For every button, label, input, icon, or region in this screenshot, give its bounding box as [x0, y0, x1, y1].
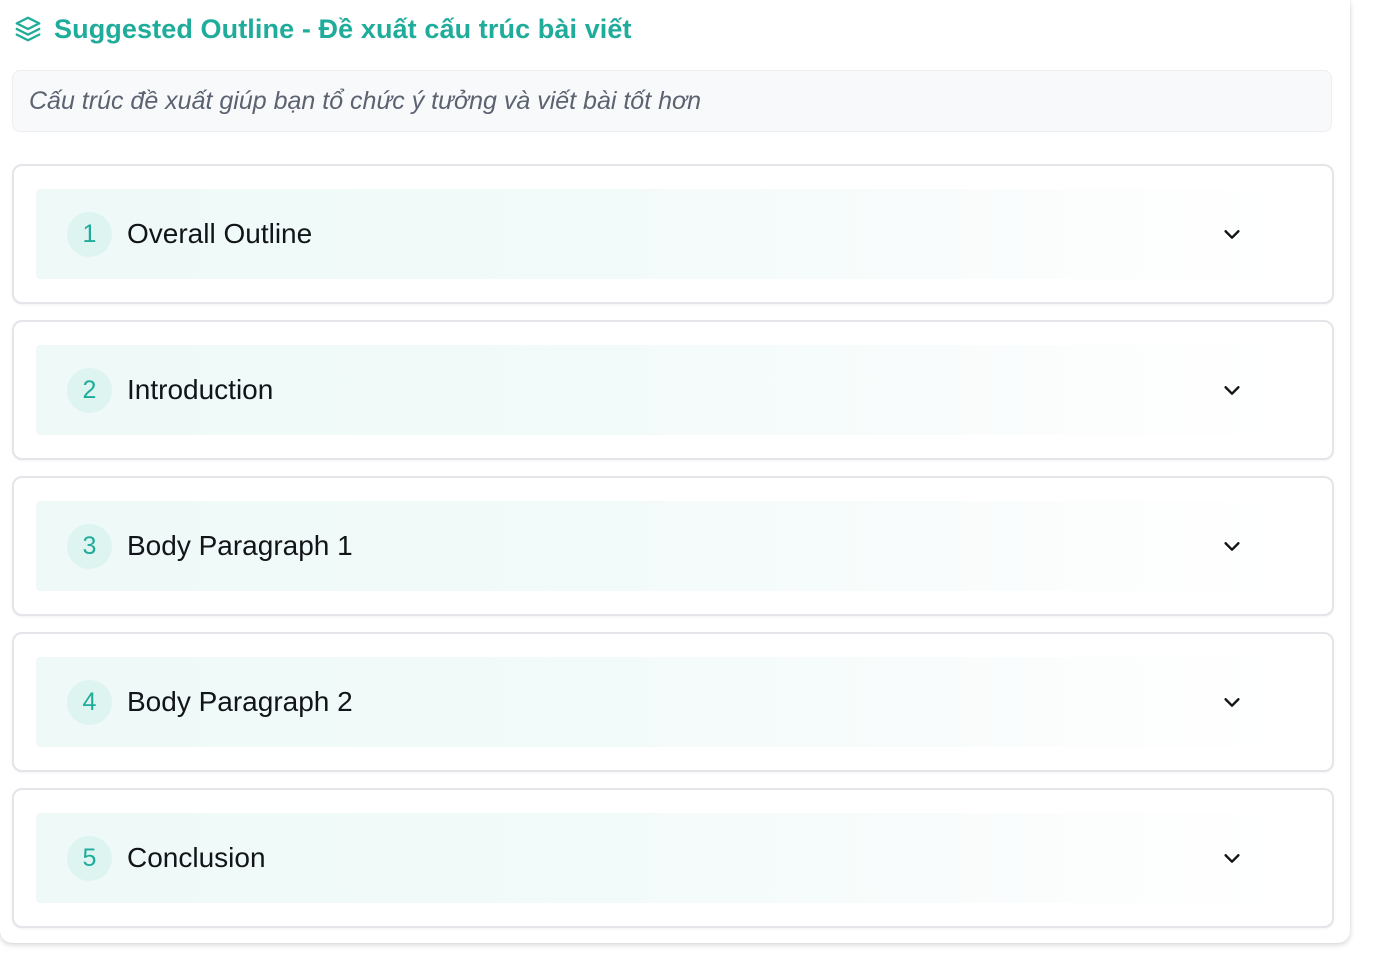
- chevron-down-icon[interactable]: [1220, 222, 1244, 246]
- panel-title: Suggested Outline - Đề xuất cấu trúc bài…: [54, 13, 632, 44]
- chevron-down-icon[interactable]: [1220, 846, 1244, 870]
- outline-section-conclusion: 5 Conclusion: [12, 788, 1334, 928]
- outline-hint-text: Cấu trúc đề xuất giúp bạn tổ chức ý tưởn…: [29, 86, 702, 115]
- section-toggle-header[interactable]: 3 Body Paragraph 1: [36, 501, 1288, 591]
- section-toggle-header[interactable]: 4 Body Paragraph 2: [36, 657, 1288, 747]
- chevron-down-icon[interactable]: [1220, 534, 1244, 558]
- outline-hint-box: Cấu trúc đề xuất giúp bạn tổ chức ý tưởn…: [12, 70, 1332, 132]
- section-title: Introduction: [127, 374, 274, 405]
- suggested-outline-panel: Suggested Outline - Đề xuất cấu trúc bài…: [0, 0, 1350, 943]
- outline-section-body-paragraph-1: 3 Body Paragraph 1: [12, 476, 1334, 616]
- section-toggle-header[interactable]: 5 Conclusion: [36, 813, 1288, 903]
- layers-icon: [12, 13, 44, 45]
- section-title: Body Paragraph 1: [127, 530, 353, 561]
- chevron-down-icon[interactable]: [1220, 690, 1244, 714]
- outline-section-body-paragraph-2: 4 Body Paragraph 2: [12, 632, 1334, 772]
- section-number-badge: 4: [67, 679, 112, 725]
- section-number-badge: 3: [67, 523, 112, 569]
- section-title: Body Paragraph 2: [127, 686, 353, 717]
- section-number-badge: 1: [67, 211, 112, 257]
- section-number-badge: 2: [67, 367, 112, 413]
- outline-sections-list: 1 Overall Outline 2 Introduction 3 Body …: [12, 164, 1334, 944]
- section-toggle-header[interactable]: 2 Introduction: [36, 345, 1288, 435]
- section-toggle-header[interactable]: 1 Overall Outline: [36, 189, 1288, 279]
- section-number-badge: 5: [67, 835, 112, 881]
- chevron-down-icon[interactable]: [1220, 378, 1244, 402]
- section-title: Conclusion: [127, 842, 266, 873]
- outline-section-introduction: 2 Introduction: [12, 320, 1334, 460]
- section-title: Overall Outline: [127, 218, 313, 249]
- panel-header: Suggested Outline - Đề xuất cấu trúc bài…: [12, 11, 632, 47]
- outline-section-overall-outline: 1 Overall Outline: [12, 164, 1334, 304]
